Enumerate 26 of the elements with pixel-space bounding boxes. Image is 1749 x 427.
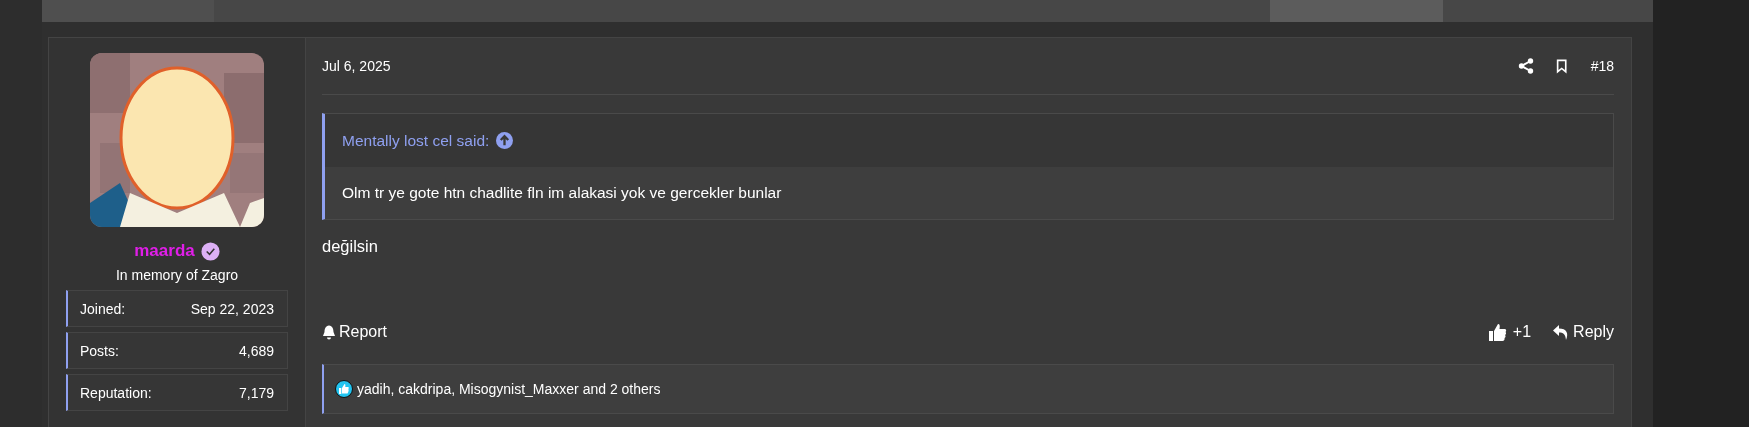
stat-label: Posts: xyxy=(80,342,119,359)
post-number[interactable]: #18 xyxy=(1590,58,1614,74)
arrow-up-icon[interactable] xyxy=(496,132,514,149)
bookmark-icon[interactable] xyxy=(1555,58,1569,74)
report-link[interactable]: Report xyxy=(322,323,388,341)
reply-link[interactable]: Reply xyxy=(1553,323,1614,341)
post-message: değilsin xyxy=(322,237,378,255)
thumbnail-tile[interactable] xyxy=(42,0,214,22)
reaction-list[interactable]: yadih, cakdripa, Misogynist_Maxxer and 2 others xyxy=(357,381,661,397)
stat-value: 7,179 xyxy=(238,384,274,401)
thumbnail-tile[interactable] xyxy=(1270,0,1443,22)
quote-author[interactable]: Mentally lost cel said: xyxy=(342,131,490,150)
stat-value: Sep 22, 2023 xyxy=(190,300,274,317)
stat-value: 4,689 xyxy=(238,342,274,359)
post-date[interactable]: Jul 6, 2025 xyxy=(322,58,391,74)
thumbs-up-icon xyxy=(1488,323,1507,341)
bell-icon xyxy=(322,324,336,340)
user-title: In memory of Zagro xyxy=(115,267,239,283)
stat-label: Joined: xyxy=(80,300,126,317)
share-icon[interactable] xyxy=(1517,58,1534,74)
stat-label: Reputation: xyxy=(80,384,152,401)
quote-text: Olm tr ye gote htn chadlite fln im alakasi yok ve gercekler bunlar xyxy=(342,184,782,202)
thumbnail-tile[interactable] xyxy=(1443,0,1653,22)
thumbnail-tile[interactable] xyxy=(214,0,1270,22)
like-button[interactable]: +1 xyxy=(1488,323,1532,341)
like-reaction-icon xyxy=(335,380,353,398)
